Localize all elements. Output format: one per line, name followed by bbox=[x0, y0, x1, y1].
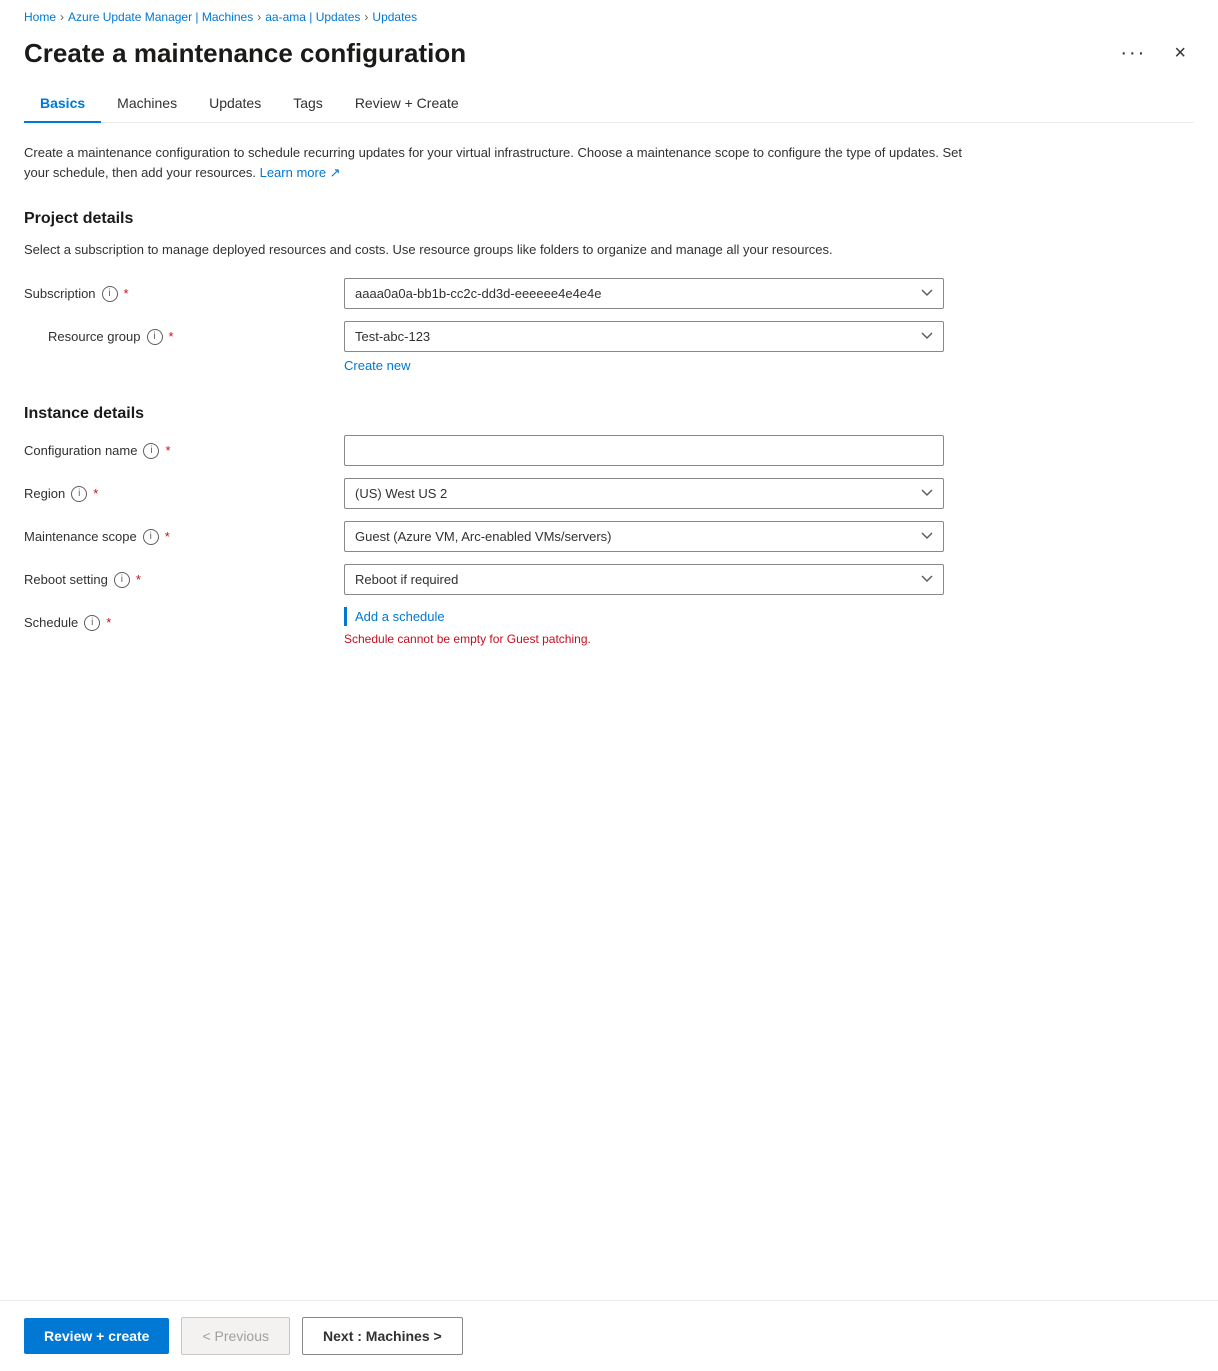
subscription-info-icon[interactable]: i bbox=[102, 286, 118, 302]
breadcrumb-sep-3: › bbox=[364, 10, 368, 24]
resource-group-info-icon[interactable]: i bbox=[147, 329, 163, 345]
next-machines-button[interactable]: Next : Machines > bbox=[302, 1317, 463, 1355]
maintenance-scope-required: * bbox=[165, 529, 170, 544]
region-info-icon[interactable]: i bbox=[71, 486, 87, 502]
create-new-link[interactable]: Create new bbox=[344, 358, 410, 373]
maintenance-scope-row: Maintenance scope i * Guest (Azure VM, A… bbox=[24, 521, 1194, 552]
project-details-desc: Select a subscription to manage deployed… bbox=[24, 240, 1194, 260]
schedule-error-text: Schedule cannot be empty for Guest patch… bbox=[344, 632, 944, 646]
configuration-name-required: * bbox=[165, 443, 170, 458]
review-create-button[interactable]: Review + create bbox=[24, 1318, 169, 1354]
resource-group-control: Test-abc-123 Create new bbox=[344, 321, 944, 373]
schedule-control: Add a schedule Schedule cannot be empty … bbox=[344, 607, 944, 646]
breadcrumb-sep-1: › bbox=[60, 10, 64, 24]
maintenance-scope-select[interactable]: Guest (Azure VM, Arc-enabled VMs/servers… bbox=[344, 521, 944, 552]
close-button[interactable]: × bbox=[1166, 38, 1194, 69]
learn-more-link[interactable]: Learn more ↗ bbox=[260, 165, 341, 180]
configuration-name-input[interactable] bbox=[344, 435, 944, 466]
page-description: Create a maintenance configuration to sc… bbox=[24, 143, 964, 182]
configuration-name-label: Configuration name i * bbox=[24, 435, 344, 459]
reboot-setting-row: Reboot setting i * Reboot if required bbox=[24, 564, 1194, 595]
breadcrumb-azure-update-manager[interactable]: Azure Update Manager | Machines bbox=[68, 10, 253, 24]
instance-details-heading: Instance details bbox=[24, 405, 1194, 423]
project-details-heading: Project details bbox=[24, 210, 1194, 228]
header-actions: ··· × bbox=[1112, 38, 1194, 69]
region-required: * bbox=[93, 486, 98, 501]
maintenance-scope-label: Maintenance scope i * bbox=[24, 521, 344, 545]
resource-group-required: * bbox=[169, 329, 174, 344]
instance-details-section: Instance details Configuration name i * … bbox=[24, 405, 1194, 646]
bottom-bar: Review + create < Previous Next : Machin… bbox=[0, 1300, 1218, 1371]
region-control: (US) West US 2 bbox=[344, 478, 944, 509]
region-row: Region i * (US) West US 2 bbox=[24, 478, 1194, 509]
breadcrumb-home[interactable]: Home bbox=[24, 10, 56, 24]
resource-group-select[interactable]: Test-abc-123 bbox=[344, 321, 944, 352]
tab-review-create[interactable]: Review + Create bbox=[339, 85, 475, 123]
page-title: Create a maintenance configuration bbox=[24, 38, 466, 69]
add-schedule-link[interactable]: Add a schedule bbox=[344, 607, 445, 626]
region-label: Region i * bbox=[24, 478, 344, 502]
ellipsis-button[interactable]: ··· bbox=[1112, 38, 1154, 69]
region-select[interactable]: (US) West US 2 bbox=[344, 478, 944, 509]
schedule-label: Schedule i * bbox=[24, 607, 344, 631]
breadcrumb: Home › Azure Update Manager | Machines ›… bbox=[24, 0, 1194, 30]
previous-button[interactable]: < Previous bbox=[181, 1317, 290, 1355]
configuration-name-control bbox=[344, 435, 944, 466]
breadcrumb-aa-ama[interactable]: aa-ama | Updates bbox=[265, 10, 360, 24]
resource-group-row: Resource group i * Test-abc-123 Create n… bbox=[24, 321, 1194, 373]
breadcrumb-sep-2: › bbox=[257, 10, 261, 24]
project-details-section: Project details Select a subscription to… bbox=[24, 210, 1194, 373]
reboot-setting-info-icon[interactable]: i bbox=[114, 572, 130, 588]
tab-machines[interactable]: Machines bbox=[101, 85, 193, 123]
subscription-required: * bbox=[124, 286, 129, 301]
page-header: Create a maintenance configuration ··· × bbox=[24, 30, 1194, 85]
reboot-setting-select[interactable]: Reboot if required bbox=[344, 564, 944, 595]
breadcrumb-updates: Updates bbox=[372, 10, 417, 24]
resource-group-label: Resource group i * bbox=[24, 321, 344, 345]
schedule-row: Schedule i * Add a schedule Schedule can… bbox=[24, 607, 1194, 646]
configuration-name-info-icon[interactable]: i bbox=[143, 443, 159, 459]
subscription-label: Subscription i * bbox=[24, 278, 344, 302]
tab-basics[interactable]: Basics bbox=[24, 85, 101, 123]
maintenance-scope-control: Guest (Azure VM, Arc-enabled VMs/servers… bbox=[344, 521, 944, 552]
maintenance-scope-info-icon[interactable]: i bbox=[143, 529, 159, 545]
reboot-setting-control: Reboot if required bbox=[344, 564, 944, 595]
reboot-setting-required: * bbox=[136, 572, 141, 587]
reboot-setting-label: Reboot setting i * bbox=[24, 564, 344, 588]
schedule-required: * bbox=[106, 615, 111, 630]
tab-updates[interactable]: Updates bbox=[193, 85, 277, 123]
tab-tags[interactable]: Tags bbox=[277, 85, 339, 123]
tab-bar: Basics Machines Updates Tags Review + Cr… bbox=[24, 85, 1194, 123]
subscription-select[interactable]: aaaa0a0a-bb1b-cc2c-dd3d-eeeeee4e4e4e bbox=[344, 278, 944, 309]
subscription-row: Subscription i * aaaa0a0a-bb1b-cc2c-dd3d… bbox=[24, 278, 1194, 309]
configuration-name-row: Configuration name i * bbox=[24, 435, 1194, 466]
subscription-control: aaaa0a0a-bb1b-cc2c-dd3d-eeeeee4e4e4e bbox=[344, 278, 944, 309]
schedule-info-icon[interactable]: i bbox=[84, 615, 100, 631]
